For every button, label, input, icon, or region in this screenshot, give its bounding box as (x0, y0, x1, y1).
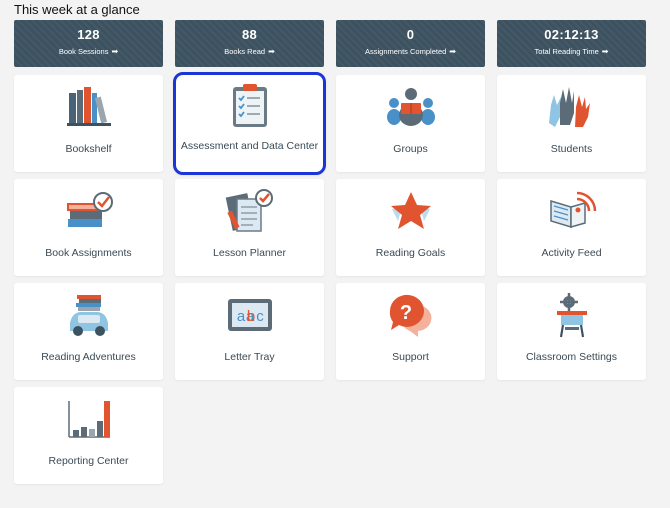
svg-text:c: c (256, 308, 264, 325)
tile-groups[interactable]: Groups (336, 75, 485, 172)
tile-label: Book Assignments (45, 247, 132, 259)
tile-reporting-center[interactable]: Reporting Center (14, 387, 163, 484)
tile-label: Reading Adventures (41, 351, 136, 363)
tile-label: Letter Tray (224, 351, 275, 363)
desk-settings-icon (556, 293, 587, 338)
abc-tray-icon: a a b c (227, 299, 272, 331)
tile-label: Lesson Planner (213, 247, 286, 259)
stat-label: Books Read (224, 47, 266, 56)
tile-label: Classroom Settings (525, 351, 618, 363)
stat-value: 88 (241, 27, 258, 42)
tile-label: Assessment and Data Center (180, 140, 319, 152)
stat-books-read[interactable]: 88 Books Read ➡ (175, 20, 324, 67)
tile-bookshelf[interactable]: Bookshelf (14, 75, 163, 172)
clipboard-checklist-icon (232, 84, 267, 127)
tile-activity-feed[interactable]: Activity Feed (497, 179, 646, 276)
tile-reading-adventures[interactable]: Reading Adventures (14, 283, 163, 380)
stat-value: 0 (406, 27, 415, 42)
book-assignments-icon (66, 192, 113, 227)
stat-value: 128 (77, 27, 100, 42)
tile-classroom-settings[interactable]: Classroom Settings (497, 283, 646, 380)
arrow-right-icon: ➡ (111, 47, 119, 56)
tile-reading-goals[interactable]: Reading Goals (336, 179, 485, 276)
svg-text:?: ? (399, 302, 411, 324)
stat-assignments-completed[interactable]: 0 Assignments Completed ➡ (336, 20, 485, 67)
tile-label: Students (550, 143, 593, 155)
stat-value: 02:12:13 (544, 27, 599, 42)
bookshelf-icon (66, 87, 111, 126)
tile-support[interactable]: ? Support (336, 283, 485, 380)
tile-label: Reading Goals (375, 247, 446, 259)
tile-assessment-and-data-center[interactable]: Assessment and Data Center (173, 72, 326, 175)
tile-label: Support (392, 351, 429, 363)
svg-text:a: a (236, 308, 245, 325)
lesson-planner-icon (225, 189, 273, 232)
groups-icon (386, 88, 435, 126)
stat-book-sessions[interactable]: 128 Book Sessions ➡ (14, 20, 163, 67)
question-bubble-icon: ? (389, 294, 431, 337)
arrow-right-icon: ➡ (449, 47, 456, 56)
arrow-right-icon: ➡ (268, 47, 275, 56)
tile-label: Groups (393, 143, 428, 155)
stat-label: Total Reading Time (534, 47, 599, 56)
star-icon (390, 192, 431, 229)
svg-text:b: b (246, 308, 254, 325)
activity-feed-icon (549, 191, 596, 229)
tile-students[interactable]: Students (497, 75, 646, 172)
bar-chart-icon (67, 401, 110, 438)
stat-label: Assignments Completed (365, 47, 447, 56)
stat-total-reading-time[interactable]: 02:12:13 Total Reading Time ➡ (497, 20, 646, 67)
raised-hands-icon (548, 87, 590, 127)
page-title: This week at a glance (14, 2, 140, 17)
tile-letter-tray[interactable]: a a b c Letter Tray (175, 283, 324, 380)
arrow-right-icon: ➡ (601, 47, 609, 56)
tile-book-assignments[interactable]: Book Assignments (14, 179, 163, 276)
tile-label: Reporting Center (48, 455, 129, 467)
tile-label: Bookshelf (65, 143, 112, 155)
stat-label: Book Sessions (58, 47, 109, 56)
tile-label: Activity Feed (541, 247, 602, 259)
car-with-books-icon (69, 295, 108, 336)
tile-lesson-planner[interactable]: Lesson Planner (175, 179, 324, 276)
